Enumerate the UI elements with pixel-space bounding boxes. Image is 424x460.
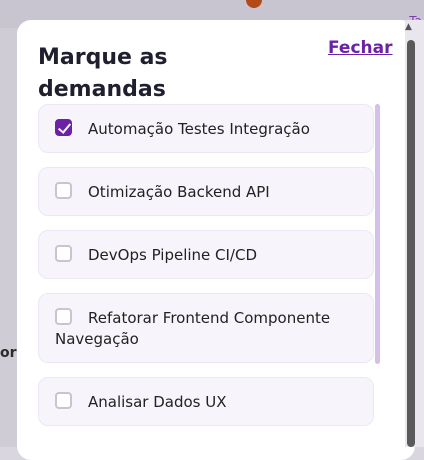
demand-label: Otimização Backend API: [88, 183, 270, 201]
checkbox-unchecked[interactable]: [55, 392, 72, 409]
demand-list: Automação Testes Integração Otimização B…: [38, 104, 378, 440]
checkbox-unchecked[interactable]: [55, 245, 72, 262]
close-link[interactable]: Fechar: [328, 38, 393, 58]
demand-label: Automação Testes Integração: [88, 120, 310, 138]
list-scrollbar[interactable]: [375, 104, 380, 364]
page-scrollbar-thumb[interactable]: [407, 40, 415, 447]
demand-label: Analisar Dados UX: [88, 393, 227, 411]
demand-item[interactable]: Refatorar Frontend Componente Navegação: [38, 293, 374, 363]
checkbox-checked[interactable]: [55, 119, 72, 136]
demand-item[interactable]: DevOps Pipeline CI/CD: [38, 230, 374, 279]
demand-item[interactable]: Automação Testes Integração: [38, 104, 374, 153]
scroll-up-arrow-icon[interactable]: ▲: [405, 22, 412, 32]
checkbox-unchecked[interactable]: [55, 182, 72, 199]
demand-label: Refatorar Frontend Componente Navegação: [55, 309, 331, 348]
demand-item[interactable]: Otimização Backend API: [38, 167, 374, 216]
completed-demands-modal: Marque as demandas concluídas Fechar Aut…: [17, 20, 415, 460]
demand-item[interactable]: Analisar Dados UX: [38, 377, 374, 426]
checkbox-unchecked[interactable]: [55, 308, 72, 325]
demand-label: DevOps Pipeline CI/CD: [88, 246, 258, 264]
